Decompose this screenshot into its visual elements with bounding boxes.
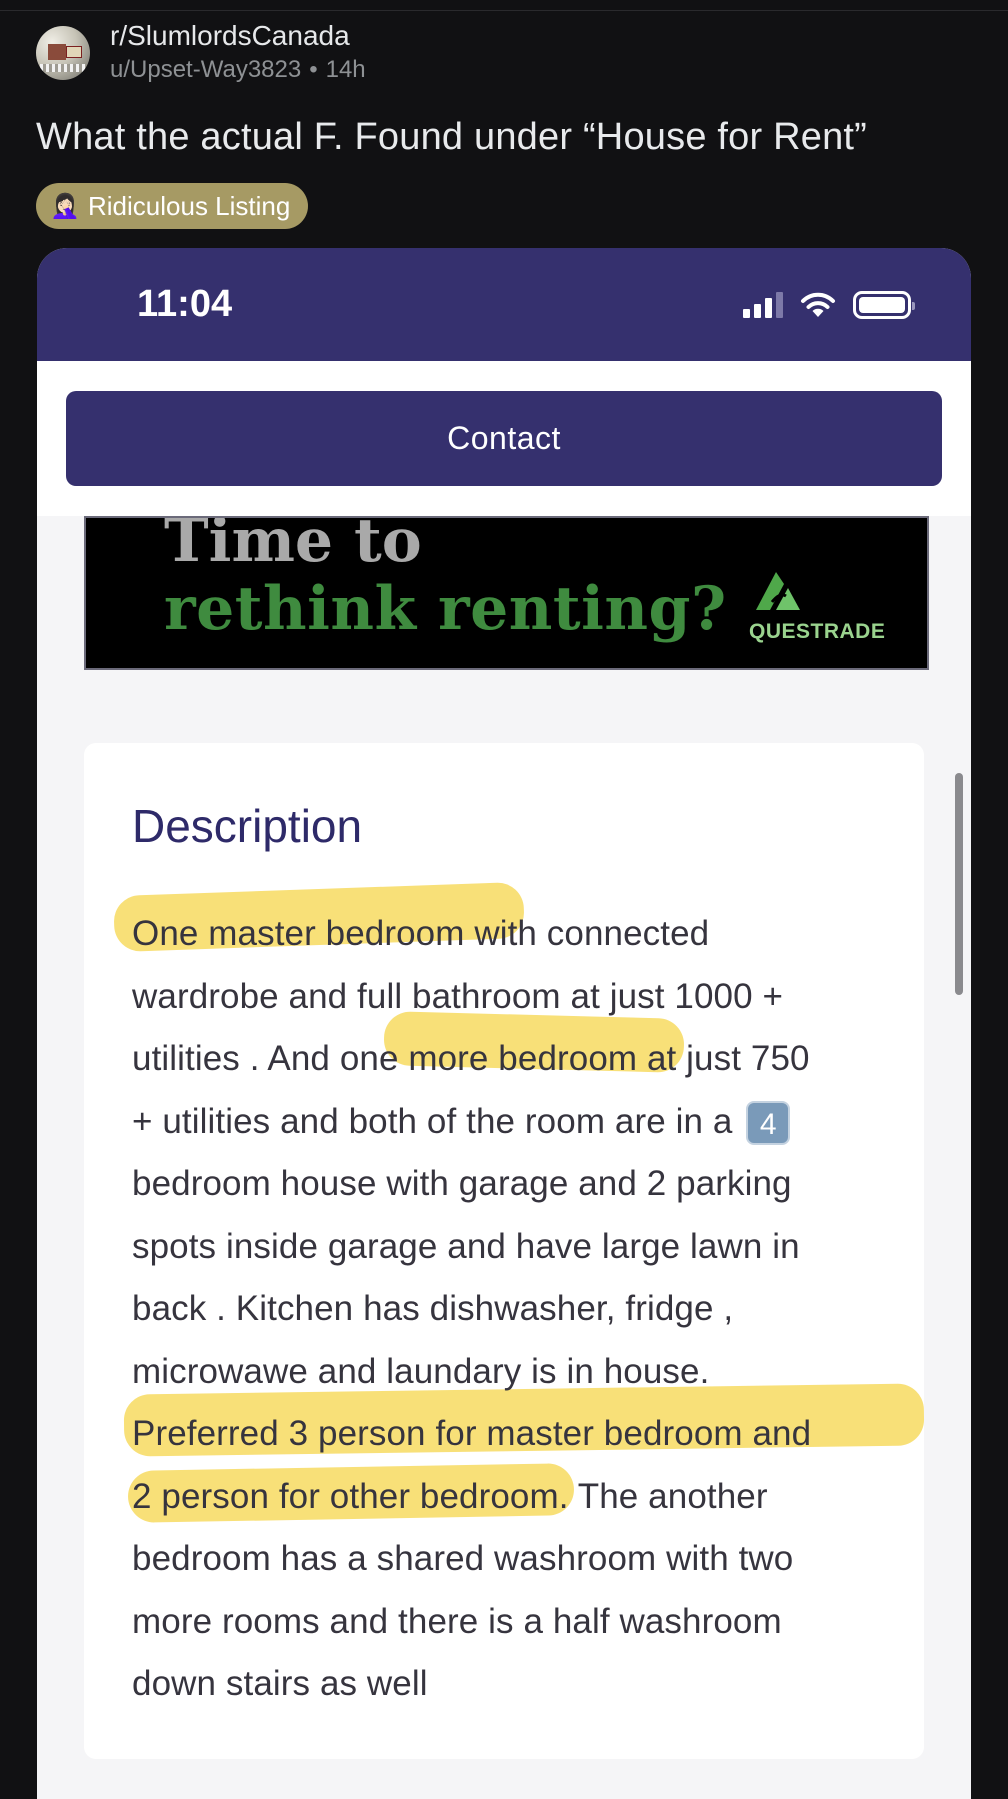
- scrollbar-thumb[interactable]: [955, 773, 963, 995]
- byline-separator: •: [309, 56, 318, 83]
- description-line: bedroom has a shared washroom with two: [132, 1539, 794, 1578]
- flair-label: Ridiculous Listing: [88, 190, 291, 221]
- ad-headline-line2: rethink renting?: [164, 574, 727, 644]
- questrade-ad-banner[interactable]: Time to rethink renting? QUESTRADE: [84, 516, 929, 670]
- description-card: Description One master bedroom with conn…: [84, 743, 925, 1759]
- contact-panel: Contact: [37, 361, 971, 516]
- description-line: down stairs as well: [132, 1664, 428, 1703]
- subreddit-avatar[interactable]: [36, 26, 90, 80]
- description-line: back . Kitchen has dishwasher, fridge ,: [132, 1289, 734, 1328]
- top-divider: [0, 10, 1008, 11]
- description-line: more rooms and there is a half washroom: [132, 1601, 782, 1641]
- status-icons: [743, 290, 915, 320]
- ad-headline-line1: Time to: [164, 516, 422, 576]
- phone-status-bar: 11:04: [37, 248, 971, 361]
- description-line: Preferred 3 person for master bedroom an…: [132, 1414, 812, 1453]
- wifi-icon: [801, 292, 835, 317]
- description-heading: Description: [132, 800, 363, 852]
- questrade-logo-icon: [756, 572, 800, 610]
- battery-icon: [853, 290, 915, 319]
- description-line: One master bedroom with connected: [132, 914, 710, 953]
- keycap-four-icon: 4: [746, 1101, 791, 1146]
- signal-icon: [743, 291, 783, 318]
- post-age: 14h: [325, 56, 366, 83]
- subreddit-name[interactable]: r/SlumlordsCanada: [110, 18, 366, 54]
- description-body: One master bedroom with connected wardro…: [132, 903, 892, 1716]
- embedded-phone-screenshot[interactable]: 11:04 Contact Time to rethink renting? Q…: [37, 248, 971, 1799]
- post-byline: u/Upset-Way3823 • 14h: [110, 54, 366, 86]
- description-line: bedroom house with garage and 2 parking: [132, 1164, 792, 1203]
- description-line: spots inside garage and have large lawn …: [132, 1226, 800, 1266]
- description-line: microwawe and laundary is in house.: [132, 1351, 710, 1391]
- description-line: 2 person for other bedroom. The another: [132, 1476, 768, 1516]
- avatar-fence-shape: [40, 64, 86, 72]
- post-title[interactable]: What the actual F. Found under “House fo…: [36, 112, 867, 162]
- description-line: + utilities and both of the room are in …: [132, 1101, 733, 1141]
- avatar-house-shape: [48, 44, 66, 60]
- description-line: wardrobe and full bathroom at just 1000 …: [132, 976, 784, 1016]
- post-header: r/SlumlordsCanada u/Upset-Way3823 • 14h: [36, 14, 366, 94]
- status-time: 11:04: [137, 283, 233, 325]
- ad-brand-name: QUESTRADE: [749, 620, 886, 643]
- contact-button[interactable]: Contact: [66, 391, 942, 486]
- facepalm-icon: 🤦🏻‍♀️: [50, 192, 80, 220]
- post-meta: r/SlumlordsCanada u/Upset-Way3823 • 14h: [110, 18, 366, 86]
- avatar-sign-shape: [66, 46, 82, 58]
- description-line-with-keycap: + utilities and both of the room are in …: [132, 1091, 892, 1154]
- post-flair[interactable]: 🤦🏻‍♀️ Ridiculous Listing: [36, 183, 309, 229]
- description-line: utilities . And one more bedroom at just…: [132, 1039, 810, 1078]
- author-name[interactable]: u/Upset-Way3823: [110, 54, 301, 86]
